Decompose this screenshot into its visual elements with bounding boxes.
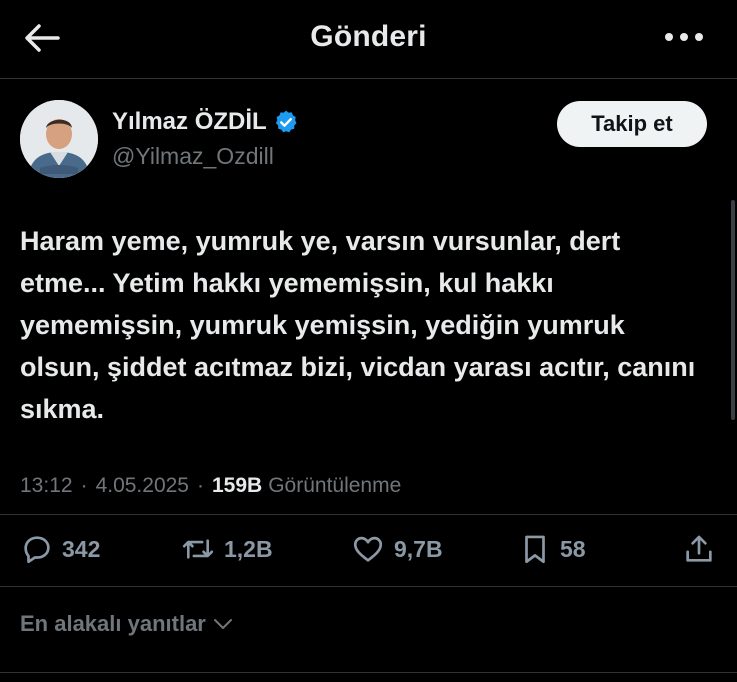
repost-count: 1,2B — [224, 535, 273, 562]
scrollbar[interactable] — [731, 200, 735, 420]
action-bar: 342 1,2B 9,7B 58 — [0, 528, 737, 576]
follow-button[interactable]: Takip et — [557, 101, 707, 147]
avatar-image — [20, 100, 98, 178]
post-date[interactable]: 4.05.2025 — [96, 474, 189, 498]
share-button[interactable] — [682, 532, 716, 566]
meta-separator: · — [197, 474, 204, 497]
actions-divider — [0, 586, 737, 587]
post-time: 13:12 — [20, 474, 73, 497]
like-button[interactable]: 9,7B — [350, 532, 443, 566]
like-count: 9,7B — [394, 535, 443, 562]
reply-button[interactable]: 342 — [20, 532, 100, 566]
more-options-button[interactable] — [661, 20, 707, 54]
replies-sort-dropdown[interactable]: En alakalı yanıtlar — [20, 611, 234, 637]
views-label: Görüntülenme — [268, 474, 402, 497]
post-meta: 13:12 · 4.05.2025 · 159B Görüntülenme — [20, 474, 401, 498]
bookmark-button[interactable]: 58 — [518, 532, 586, 566]
replies-sort-label: En alakalı yanıtlar — [20, 611, 206, 636]
meta-divider — [0, 514, 737, 515]
repost-icon — [182, 539, 214, 559]
bookmark-count: 58 — [560, 535, 586, 562]
bookmark-icon — [525, 535, 545, 564]
bottom-divider — [0, 672, 737, 673]
author-name-row: Yılmaz ÖZDİL — [112, 108, 299, 136]
reply-count: 342 — [62, 535, 101, 562]
author-handle[interactable]: @Yilmaz_Ozdill — [112, 143, 274, 170]
post-text: Haram yeme, yumruk ye, varsın vursunlar,… — [20, 226, 703, 424]
author-name[interactable]: Yılmaz ÖZDİL — [112, 108, 267, 136]
page-title: Gönderi — [310, 20, 427, 53]
top-bar: Gönderi — [0, 0, 737, 78]
heart-icon — [353, 536, 383, 562]
verified-badge-icon — [273, 109, 299, 135]
views-count: 159B — [212, 474, 263, 497]
repost-button[interactable]: 1,2B — [180, 532, 273, 566]
share-icon — [686, 535, 712, 562]
header-divider — [0, 78, 737, 79]
avatar[interactable] — [20, 100, 98, 178]
chevron-down-icon — [213, 619, 232, 629]
meta-separator: · — [80, 474, 88, 497]
more-horizontal-icon — [665, 33, 703, 41]
reply-icon — [24, 536, 50, 564]
